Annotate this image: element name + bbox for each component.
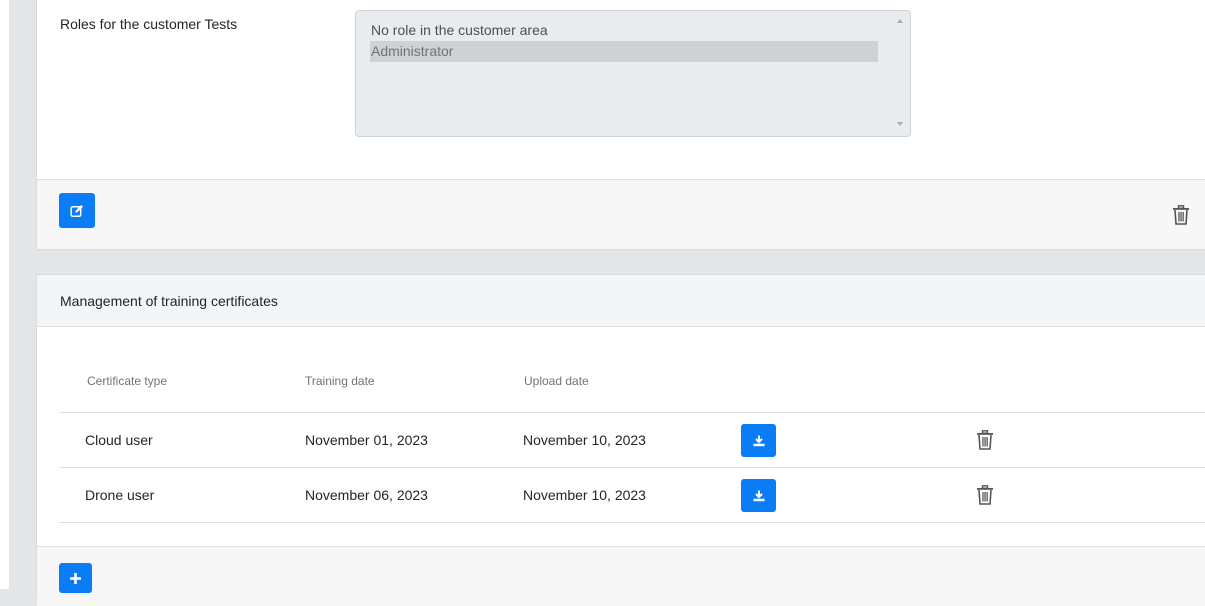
table-divider [59, 412, 1205, 413]
left-strip [0, 0, 9, 589]
certificates-card: Management of training certificates Cert… [36, 274, 1205, 606]
certificates-header: Management of training certificates [37, 275, 1205, 327]
table-divider [59, 467, 1205, 468]
role-option-administrator[interactable]: Administrator [370, 41, 878, 62]
roles-multiselect[interactable]: No role in the customer area Administrat… [355, 10, 911, 137]
row1-download-button[interactable] [741, 424, 776, 457]
download-icon [753, 490, 764, 501]
row1-upload-date: November 10, 2023 [523, 432, 646, 448]
roles-label: Roles for the customer Tests [60, 16, 238, 32]
edit-button[interactable] [59, 193, 95, 228]
row1-trash-icon[interactable] [976, 430, 994, 450]
role-option-none[interactable]: No role in the customer area [370, 20, 878, 41]
row1-training-date: November 01, 2023 [305, 432, 428, 448]
trash-icon[interactable] [1172, 205, 1190, 225]
column-certificate-type: Certificate type [87, 374, 168, 388]
download-icon [753, 435, 764, 446]
column-upload-date: Upload date [524, 374, 589, 388]
certificates-title: Management of training certificates [60, 293, 278, 309]
row2-download-button[interactable] [741, 479, 776, 512]
row2-trash-icon[interactable] [976, 485, 994, 505]
row2-upload-date: November 10, 2023 [523, 487, 646, 503]
scroll-up-arrow[interactable] [897, 19, 903, 23]
customer-roles-card: Roles for the customer Tests No role in … [36, 0, 1205, 250]
certificates-footer [37, 546, 1205, 606]
edit-icon [70, 204, 83, 217]
table-divider [59, 522, 1205, 523]
row2-training-date: November 06, 2023 [305, 487, 428, 503]
column-training-date: Training date [305, 374, 375, 388]
roles-body: Roles for the customer Tests No role in … [37, 0, 1205, 179]
plus-icon [70, 572, 81, 584]
row1-certificate-type: Cloud user [85, 432, 153, 448]
roles-card-footer [37, 179, 1205, 249]
row2-certificate-type: Drone user [85, 487, 155, 503]
scroll-down-arrow[interactable] [897, 122, 903, 126]
